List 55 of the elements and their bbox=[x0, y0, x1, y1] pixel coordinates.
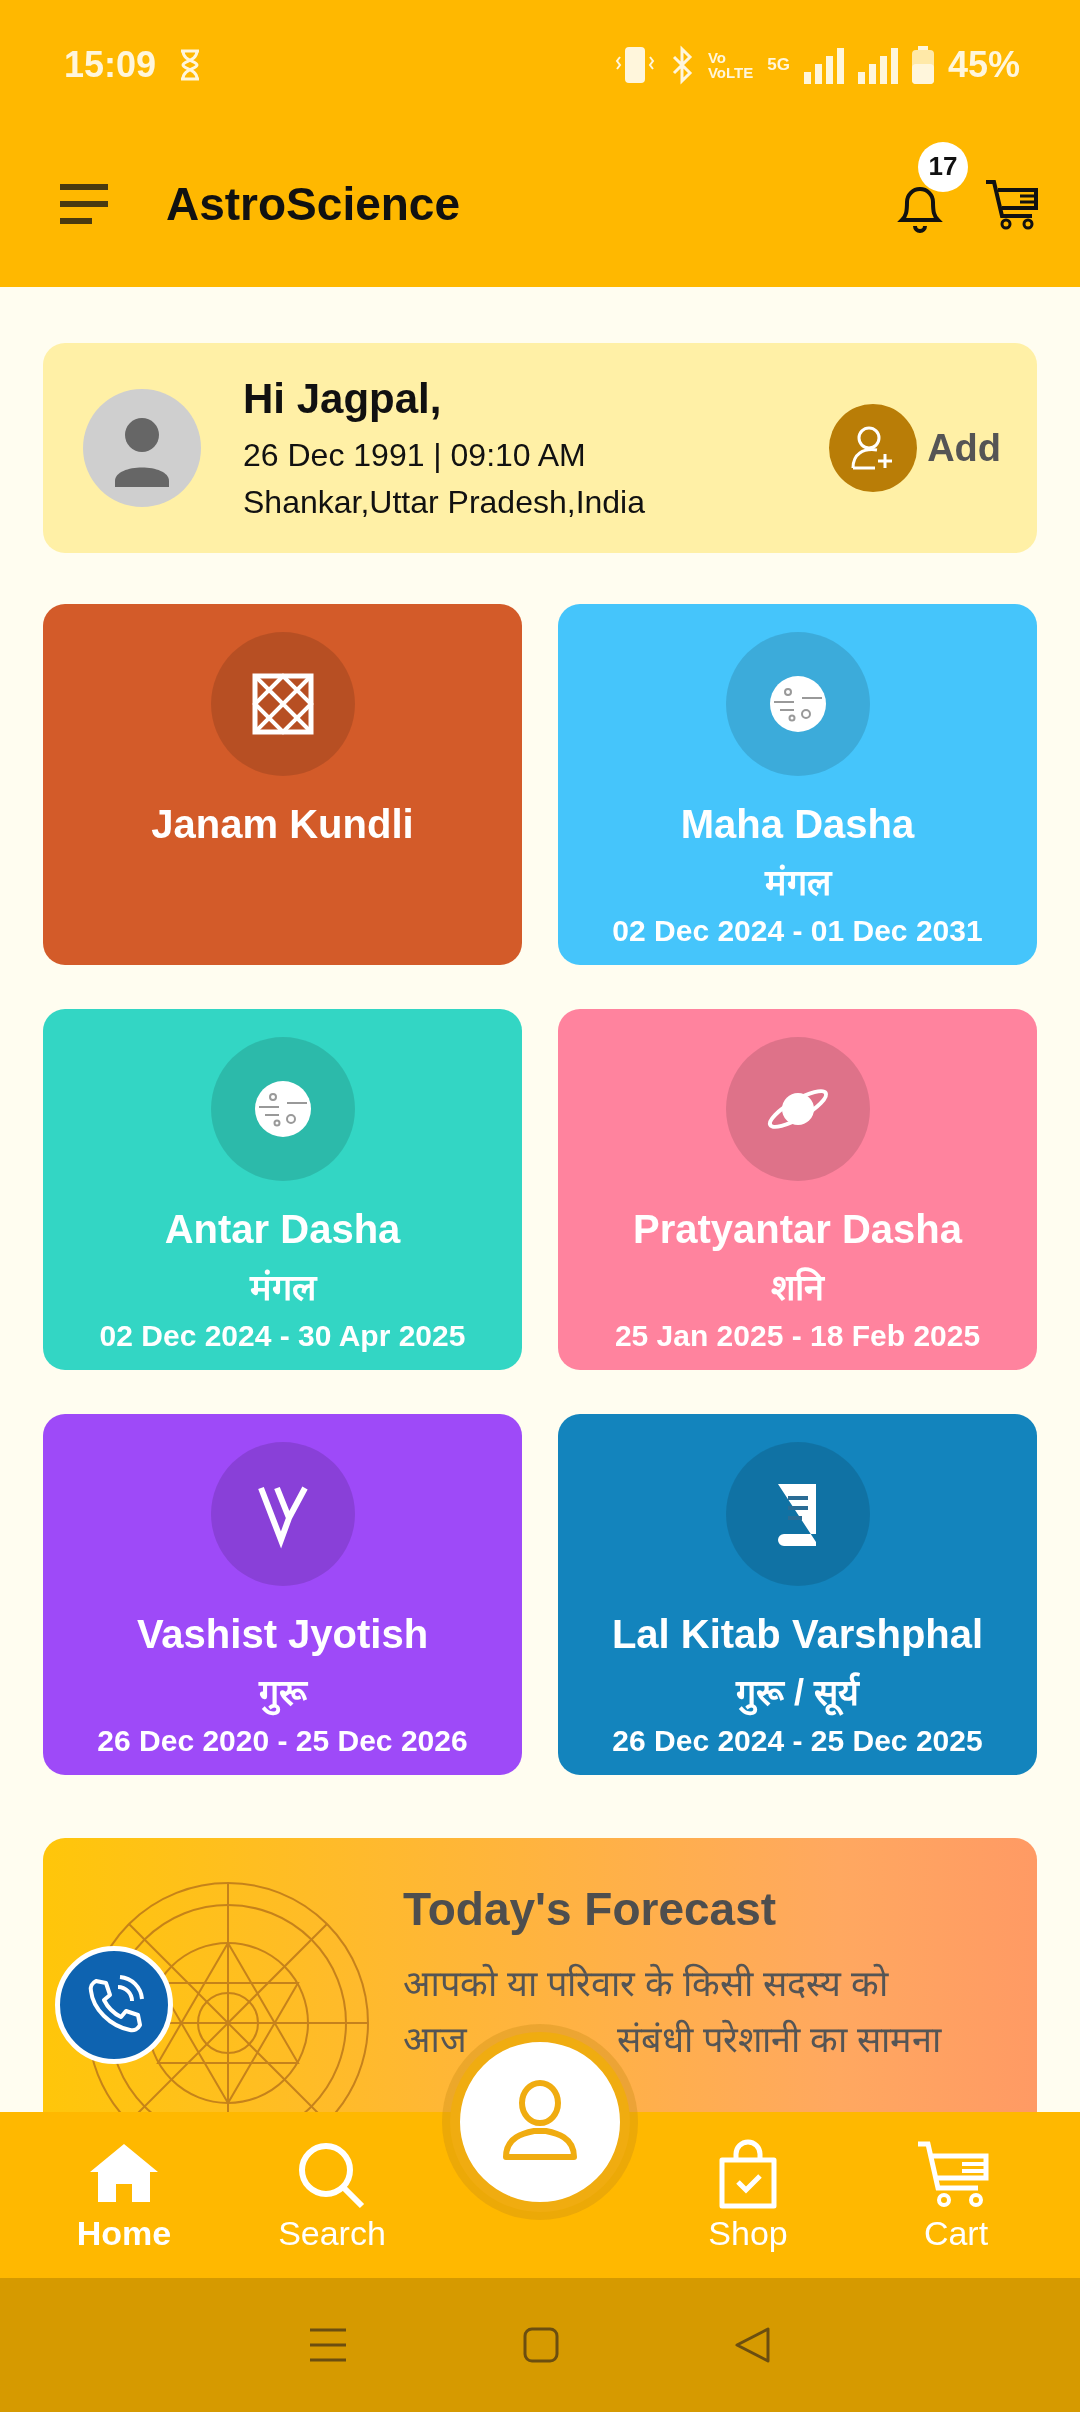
volte-label: VoLTE bbox=[707, 65, 754, 80]
network-label: 5G bbox=[767, 55, 790, 75]
forecast-title: Today's Forecast bbox=[403, 1882, 778, 1937]
card-subtitle: गुरू / सूर्य bbox=[736, 1671, 859, 1717]
forecast-text: आपको या परिवार के किसी सदस्य को bbox=[403, 1962, 890, 2007]
nav-tab[interactable]: Search bbox=[228, 2112, 436, 2278]
app-title: AstroScience bbox=[166, 176, 460, 231]
avatar-icon bbox=[83, 389, 201, 507]
card-period: 25 Jan 2025 - 18 Feb 2025 bbox=[614, 1319, 981, 1354]
battery-percent: 45% bbox=[947, 44, 1020, 86]
forecast-text: संबंधी परेशानी का सामना bbox=[617, 2018, 941, 2063]
card-subtitle: गुरू bbox=[258, 1671, 307, 1717]
card-period: 26 Dec 2024 - 25 Dec 2025 bbox=[612, 1724, 983, 1759]
signal-icon bbox=[857, 46, 898, 84]
card-title: Janam Kundli bbox=[151, 802, 414, 848]
card-title: Antar Dasha bbox=[164, 1207, 401, 1253]
card-subtitle: मंगल bbox=[764, 861, 831, 906]
feature-card[interactable]: Janam Kundli bbox=[43, 604, 522, 966]
feature-card[interactable]: Pratyantar Dasha शनि 25 Jan 2025 - 18 Feb 2025 bbox=[558, 1009, 1037, 1371]
feature-card[interactable]: Vashist Jyotish गुरू 26 Dec 2020 - 25 Dec 2026 bbox=[43, 1414, 522, 1776]
nav-tab[interactable]: Shop bbox=[644, 2112, 852, 2278]
planet-icon bbox=[725, 1037, 870, 1182]
card-title: Maha Dasha bbox=[680, 802, 915, 848]
battery-icon bbox=[911, 46, 934, 84]
forecast-text: आज bbox=[403, 2018, 467, 2063]
moon-icon bbox=[725, 632, 870, 777]
back-button[interactable] bbox=[734, 2327, 773, 2363]
book-icon bbox=[725, 1442, 870, 1587]
notification-badge: 17 bbox=[918, 141, 968, 192]
menu-button[interactable] bbox=[307, 2327, 348, 2363]
home-button[interactable] bbox=[523, 2327, 559, 2363]
card-period: 02 Dec 2024 - 01 Dec 2031 bbox=[612, 914, 983, 949]
clock-time: 15:09 bbox=[64, 44, 157, 86]
feature-card[interactable]: Antar Dasha मंगल 02 Dec 2024 - 30 Apr 2025 bbox=[43, 1009, 522, 1371]
signal-icon bbox=[803, 46, 844, 84]
card-subtitle: मंगल bbox=[249, 1266, 316, 1311]
card-period: 26 Dec 2020 - 25 Dec 2026 bbox=[97, 1724, 468, 1759]
card-title: Vashist Jyotish bbox=[136, 1612, 429, 1658]
card-period: 02 Dec 2024 - 30 Apr 2025 bbox=[99, 1319, 466, 1354]
birth-details: 26 Dec 1991 | 09:10 AM bbox=[243, 437, 587, 474]
sim-label: Vo bbox=[707, 50, 728, 65]
greeting: Hi Jagpal, bbox=[243, 375, 443, 423]
nav-tab[interactable]: Home bbox=[20, 2112, 228, 2278]
letter-logo-icon bbox=[210, 1442, 355, 1587]
menu-button[interactable] bbox=[58, 182, 110, 225]
nav-tab[interactable]: Cart bbox=[852, 2112, 1060, 2278]
card-title: Pratyantar Dasha bbox=[632, 1207, 962, 1253]
grid-icon bbox=[210, 632, 355, 777]
birth-place: Shankar,Uttar Pradesh,India bbox=[243, 484, 645, 521]
feature-card[interactable]: Maha Dasha मंगल 02 Dec 2024 - 01 Dec 2031 bbox=[558, 604, 1037, 966]
moon-icon bbox=[210, 1037, 355, 1182]
card-subtitle: शनि bbox=[771, 1266, 824, 1311]
vibrate-icon bbox=[613, 45, 656, 85]
card-title: Lal Kitab Varshphal bbox=[611, 1612, 984, 1658]
feature-card[interactable]: Lal Kitab Varshphal गुरू / सूर्य 26 Dec 2024 - 25 Dec 2025 bbox=[558, 1414, 1037, 1776]
